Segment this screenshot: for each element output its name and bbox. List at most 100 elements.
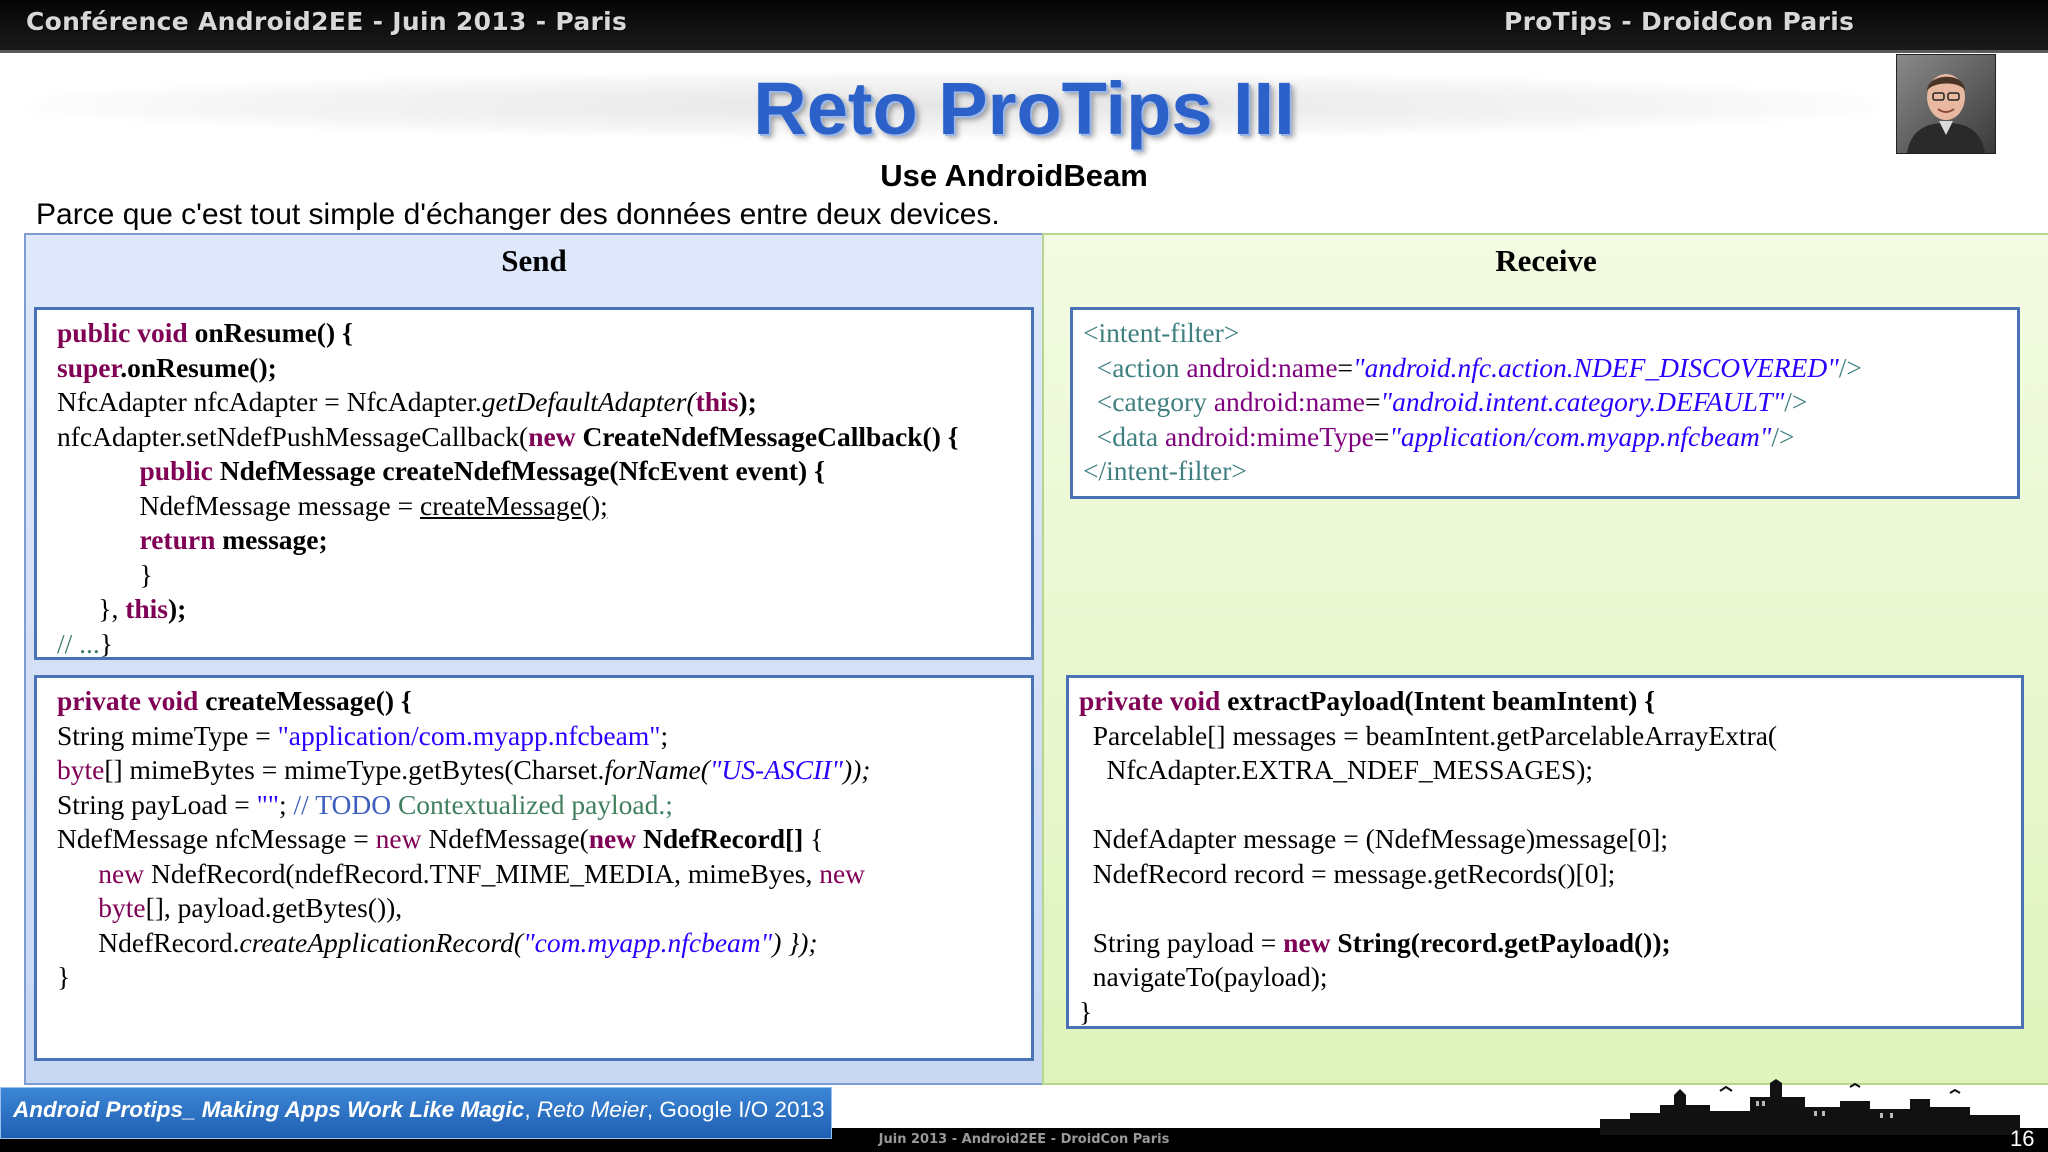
page-number: 16 [2010,1126,2035,1151]
code-token: NdefRecord. [57,926,240,958]
speaker-photo [1896,54,1996,154]
code-token: <data [1083,420,1165,452]
code-token: return [139,524,223,555]
code-token: <category [1083,386,1214,417]
code-line: String payload = new String(record.getPa… [1079,926,2021,961]
intro-text: Parce que c'est tout simple d'échanger d… [36,198,1000,231]
citation-separator: , [524,1097,537,1122]
code-token: } [57,961,71,992]
code-token: ; [660,719,669,751]
code-token: NdefRecord(ndefRecord.TNF_MIME_MEDIA, mi… [150,857,820,889]
code-token: "" [256,788,280,820]
code-token: "android.intent.category.DEFAULT" [1380,386,1785,417]
code-token: onResume() { [194,317,353,348]
code-token: this [125,593,168,624]
code-line: NdefMessage message = createMessage(); [57,489,1031,524]
code-token: new [98,857,151,889]
slide-subtitle: Use AndroidBeam [880,158,1148,193]
code-line: NdefMessage nfcMessage = new NdefMessage… [57,822,1031,857]
code-line: <action android:name="android.nfc.action… [1083,351,2017,386]
code-line: NfcAdapter.EXTRA_NDEF_MESSAGES); [1079,753,2021,788]
code-token: new [819,857,866,889]
citation-banner: Android Protips_ Making Apps Work Like M… [0,1087,832,1139]
code-line: Parcelable[] messages = beamIntent.getPa… [1079,719,2021,754]
code-token: "US-ASCII" [709,754,843,785]
code-token: "application/com.myapp.nfcbeam" [277,719,661,751]
code-token: getDefaultAdapter( [481,386,696,417]
code-token: this [695,386,739,417]
code-token: /> [1838,351,1862,383]
code-token: extractPayload(Intent beamIntent) { [1227,685,1656,716]
code-token: public void [57,317,195,348]
code-token: = [1337,351,1354,383]
receive-extractpayload-code: private void extractPayload(Intent beamI… [1066,675,2024,1029]
code-line: return message; [57,523,1031,558]
code-token: super [57,351,121,383]
code-token: )); [842,754,871,785]
code-token: NfcAdapter nfcAdapter = NfcAdapter. [57,386,482,417]
code-token: } [57,558,153,590]
paris-skyline-icon [1600,1079,2020,1135]
code-token: createMessage() { [205,685,412,716]
code-token: private void [57,685,206,716]
code-token: new [528,420,583,452]
code-line: } [57,960,1031,995]
event-label: ProTips - DroidCon Paris [1504,7,1855,36]
code-token: android:name [1213,386,1366,417]
code-line: new NdefRecord(ndefRecord.TNF_MIME_MEDIA… [57,857,1031,892]
code-token: forName( [604,754,710,785]
code-line: // ...} [57,627,1031,662]
receive-heading: Receive [1495,243,1597,278]
citation-separator-2: , [646,1097,660,1122]
code-line: NdefAdapter message = (NdefMessage)messa… [1079,822,2021,857]
code-token: "com.myapp.nfcbeam" [523,926,773,958]
code-line: NdefRecord record = message.getRecords()… [1079,857,2021,892]
code-token: /> [1784,386,1808,417]
send-createmessage-code: private void createMessage() {String mim… [34,675,1034,1061]
code-token: new [1283,926,1338,958]
slide-title: Reto ProTips III [753,67,1295,150]
code-token: NdefAdapter message = (NdefMessage)messa… [1079,823,1668,854]
code-token: createMessage(); [420,489,608,521]
code-token: Contextualized payload.; [397,788,673,820]
code-token: new [588,823,643,854]
code-token: android:name [1186,351,1338,383]
code-line: } [57,558,1031,593]
code-token: CreateNdefMessageCallback() { [582,420,959,452]
code-token: }, [57,593,126,624]
code-token: String mimeType = [57,719,278,751]
code-token: </intent-filter> [1083,455,1247,486]
code-line: <intent-filter> [1083,316,2017,351]
code-token: android:mimeType [1164,420,1374,452]
code-line: super.onResume(); [57,351,1031,386]
receive-column: Receive <intent-filter> <action android:… [1042,233,2048,1085]
code-token: "application/com.myapp.nfcbeam" [1389,420,1772,452]
code-token: NdefRecord[] [642,823,811,854]
citation-author: Reto Meier [536,1097,647,1122]
code-line: } [1079,995,2021,1030]
code-token: } [99,627,113,659]
code-line: NdefRecord.createApplicationRecord("com.… [57,926,1031,961]
code-line: String mimeType = "application/com.myapp… [57,719,1031,754]
code-token: <action [1083,351,1187,383]
code-line: public NdefMessage createNdefMessage(Nfc… [57,454,1031,489]
code-token: Parcelable[] messages = beamIntent.getPa… [1079,719,1778,751]
code-token: ) }); [772,926,818,958]
code-token: new [375,823,429,854]
code-token: nfcAdapter.setNdefPushMessageCallback( [57,420,529,452]
code-token: NfcAdapter.EXTRA_NDEF_MESSAGES); [1079,754,1594,785]
code-token: navigateTo(payload); [1079,961,1328,992]
code-token: byte [57,754,105,785]
send-column: Send public void onResume() {super.onRes… [24,233,1044,1085]
code-line: <category android:name="android.intent.c… [1083,385,2017,420]
code-token: "android.nfc.action.NDEF_DISCOVERED" [1353,351,1839,383]
code-token: <intent-filter> [1083,317,1240,348]
code-line: nfcAdapter.setNdefPushMessageCallback(ne… [57,420,1031,455]
code-token: ); [168,593,187,624]
code-token: NdefRecord record = message.getRecords()… [1079,857,1616,889]
